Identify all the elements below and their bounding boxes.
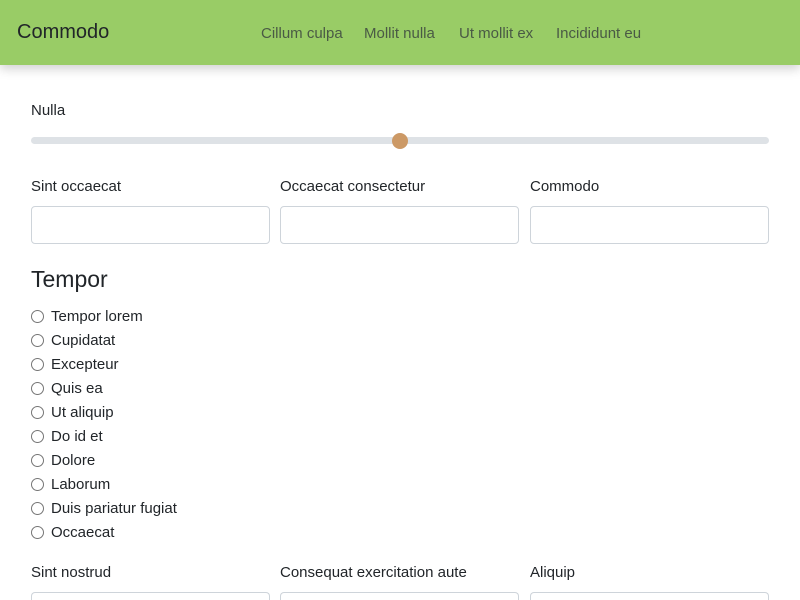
radio-button[interactable] xyxy=(31,477,44,491)
text-input-sint-nostrud[interactable] xyxy=(31,592,270,600)
radio-label[interactable]: Occaecat xyxy=(51,524,114,541)
radio-option[interactable]: Laborum xyxy=(31,474,110,494)
radio-option[interactable]: Do id et xyxy=(31,426,103,446)
radio-label[interactable]: Excepteur xyxy=(51,356,119,373)
slider-label: Nulla xyxy=(31,102,66,119)
radio-label[interactable]: Tempor lorem xyxy=(51,308,143,325)
range-slider-thumb[interactable] xyxy=(392,133,408,149)
radio-option[interactable]: Dolore xyxy=(31,450,95,470)
radio-option[interactable]: Tempor lorem xyxy=(31,306,143,326)
nav-link-cillum-culpa[interactable]: Cillum culpa xyxy=(261,25,343,42)
radio-group-title: Tempor xyxy=(31,266,108,292)
radio-option[interactable]: Duis pariatur fugiat xyxy=(31,498,177,518)
radio-label[interactable]: Duis pariatur fugiat xyxy=(51,500,177,517)
field-label-occaecat-consectetur: Occaecat consectetur xyxy=(280,178,426,195)
text-input-commodo[interactable] xyxy=(530,206,769,244)
radio-label[interactable]: Quis ea xyxy=(51,380,103,397)
field-label-commodo: Commodo xyxy=(530,178,600,195)
radio-label[interactable]: Dolore xyxy=(51,452,95,469)
radio-button[interactable] xyxy=(31,357,44,371)
text-input-occaecat-consectetur[interactable] xyxy=(280,206,519,244)
radio-option[interactable]: Excepteur xyxy=(31,354,119,374)
radio-button[interactable] xyxy=(31,429,44,443)
radio-button[interactable] xyxy=(31,525,44,539)
radio-label[interactable]: Ut aliquip xyxy=(51,404,114,421)
text-input-aliquip[interactable] xyxy=(530,592,769,600)
radio-label[interactable]: Laborum xyxy=(51,476,110,493)
radio-option[interactable]: Ut aliquip xyxy=(31,402,114,422)
radio-button[interactable] xyxy=(31,309,44,323)
radio-button[interactable] xyxy=(31,453,44,467)
field-label-consequat-exercitation-aute: Consequat exercitation aute xyxy=(280,564,467,581)
field-label-sint-occaecat: Sint occaecat xyxy=(31,178,122,195)
field-label-sint-nostrud: Sint nostrud xyxy=(31,564,112,581)
nav-link-mollit-nulla[interactable]: Mollit nulla xyxy=(364,25,435,42)
text-input-sint-occaecat[interactable] xyxy=(31,206,270,244)
nav-link-incididunt-eu[interactable]: Incididunt eu xyxy=(556,25,641,42)
radio-label[interactable]: Do id et xyxy=(51,428,103,445)
radio-option[interactable]: Quis ea xyxy=(31,378,103,398)
navbar-brand[interactable]: Commodo xyxy=(17,21,109,44)
radio-button[interactable] xyxy=(31,501,44,515)
nav-link-ut-mollit-ex[interactable]: Ut mollit ex xyxy=(459,25,533,42)
radio-option[interactable]: Occaecat xyxy=(31,522,114,542)
radio-button[interactable] xyxy=(31,405,44,419)
radio-button[interactable] xyxy=(31,381,44,395)
radio-label[interactable]: Cupidatat xyxy=(51,332,115,349)
field-label-aliquip: Aliquip xyxy=(530,564,576,581)
navbar: Commodo Cillum culpa Mollit nulla Ut mol… xyxy=(0,0,800,65)
text-input-consequat-exercitation-aute[interactable] xyxy=(280,592,519,600)
radio-option[interactable]: Cupidatat xyxy=(31,330,115,350)
radio-button[interactable] xyxy=(31,333,44,347)
